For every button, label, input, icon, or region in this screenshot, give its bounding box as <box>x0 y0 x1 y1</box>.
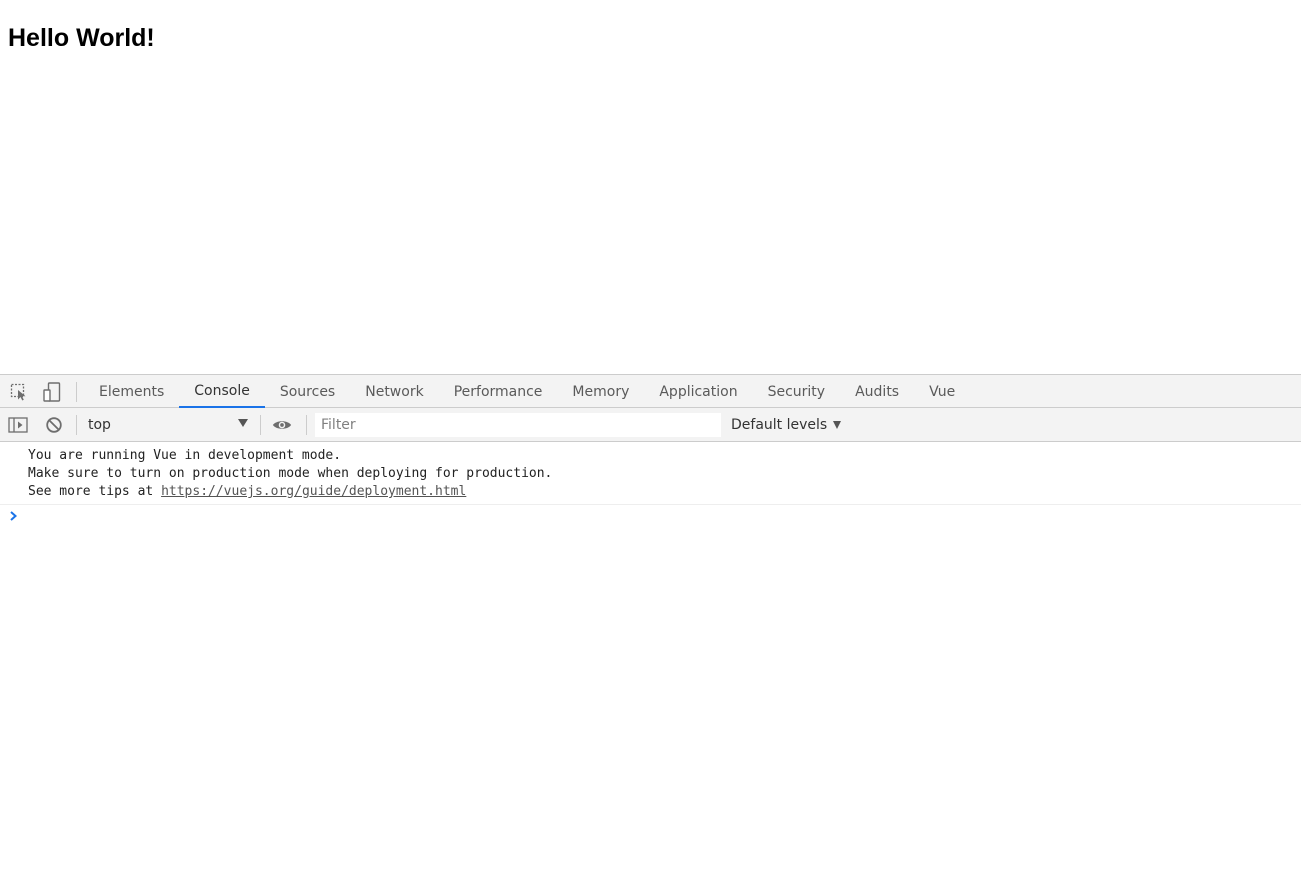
tab-memory[interactable]: Memory <box>557 375 644 408</box>
devtools-tabs: Elements Console Sources Network Performance… <box>84 375 970 408</box>
deployment-link[interactable]: https://vuejs.org/guide/deployment.html <box>161 484 466 499</box>
toolbar-separator <box>306 415 307 435</box>
show-sidebar-icon[interactable] <box>8 415 28 435</box>
toolbar-separator <box>76 382 77 402</box>
toolbar-separator <box>260 415 261 435</box>
log-levels-label: Default levels <box>731 417 828 433</box>
log-levels-dropdown[interactable]: Default levels <box>731 413 842 437</box>
toolbar-separator <box>76 415 77 435</box>
tab-application[interactable]: Application <box>644 375 752 408</box>
tab-console[interactable]: Console <box>179 375 265 408</box>
chevron-right-icon <box>10 511 18 521</box>
tab-audits[interactable]: Audits <box>840 375 914 408</box>
tab-elements[interactable]: Elements <box>84 375 179 408</box>
browser-page: Hello World! Elements Console Sources Netwo… <box>0 0 1301 894</box>
tab-sources[interactable]: Sources <box>265 375 350 408</box>
devtools-tabbar: Elements Console Sources Network Performance… <box>0 374 1301 408</box>
tab-performance[interactable]: Performance <box>439 375 558 408</box>
console-prompt[interactable] <box>0 505 1301 527</box>
context-selector-value: top <box>88 417 111 433</box>
eye-icon[interactable] <box>272 415 292 435</box>
console-message-text: See more tips at <box>28 484 162 499</box>
tab-network[interactable]: Network <box>350 375 438 408</box>
clear-console-icon[interactable] <box>44 415 64 435</box>
console-message-line: You are running Vue in development mode. <box>28 448 342 463</box>
device-toolbar-icon[interactable] <box>42 382 62 402</box>
console-toolbar: top Default levels <box>0 408 1301 442</box>
console-message-line: See more tips at https://vuejs.org/guide… <box>28 483 1301 501</box>
dropdown-arrow-icon <box>238 419 248 427</box>
context-selector[interactable]: top <box>82 413 252 437</box>
tab-security[interactable]: Security <box>753 375 841 408</box>
console-message-line: Make sure to turn on production mode whe… <box>28 466 553 481</box>
inspect-element-icon[interactable] <box>9 382 29 402</box>
tab-vue[interactable]: Vue <box>914 375 970 408</box>
console-output: You are running Vue in development mode.… <box>0 442 1301 894</box>
devtools-panel: Elements Console Sources Network Performance… <box>0 374 1301 894</box>
page-content: Hello World! <box>0 0 1301 374</box>
filter-input[interactable] <box>315 413 721 437</box>
dropdown-arrow-icon <box>833 421 842 429</box>
page-heading: Hello World! <box>8 24 155 52</box>
console-message: You are running Vue in development mode.… <box>0 442 1301 505</box>
